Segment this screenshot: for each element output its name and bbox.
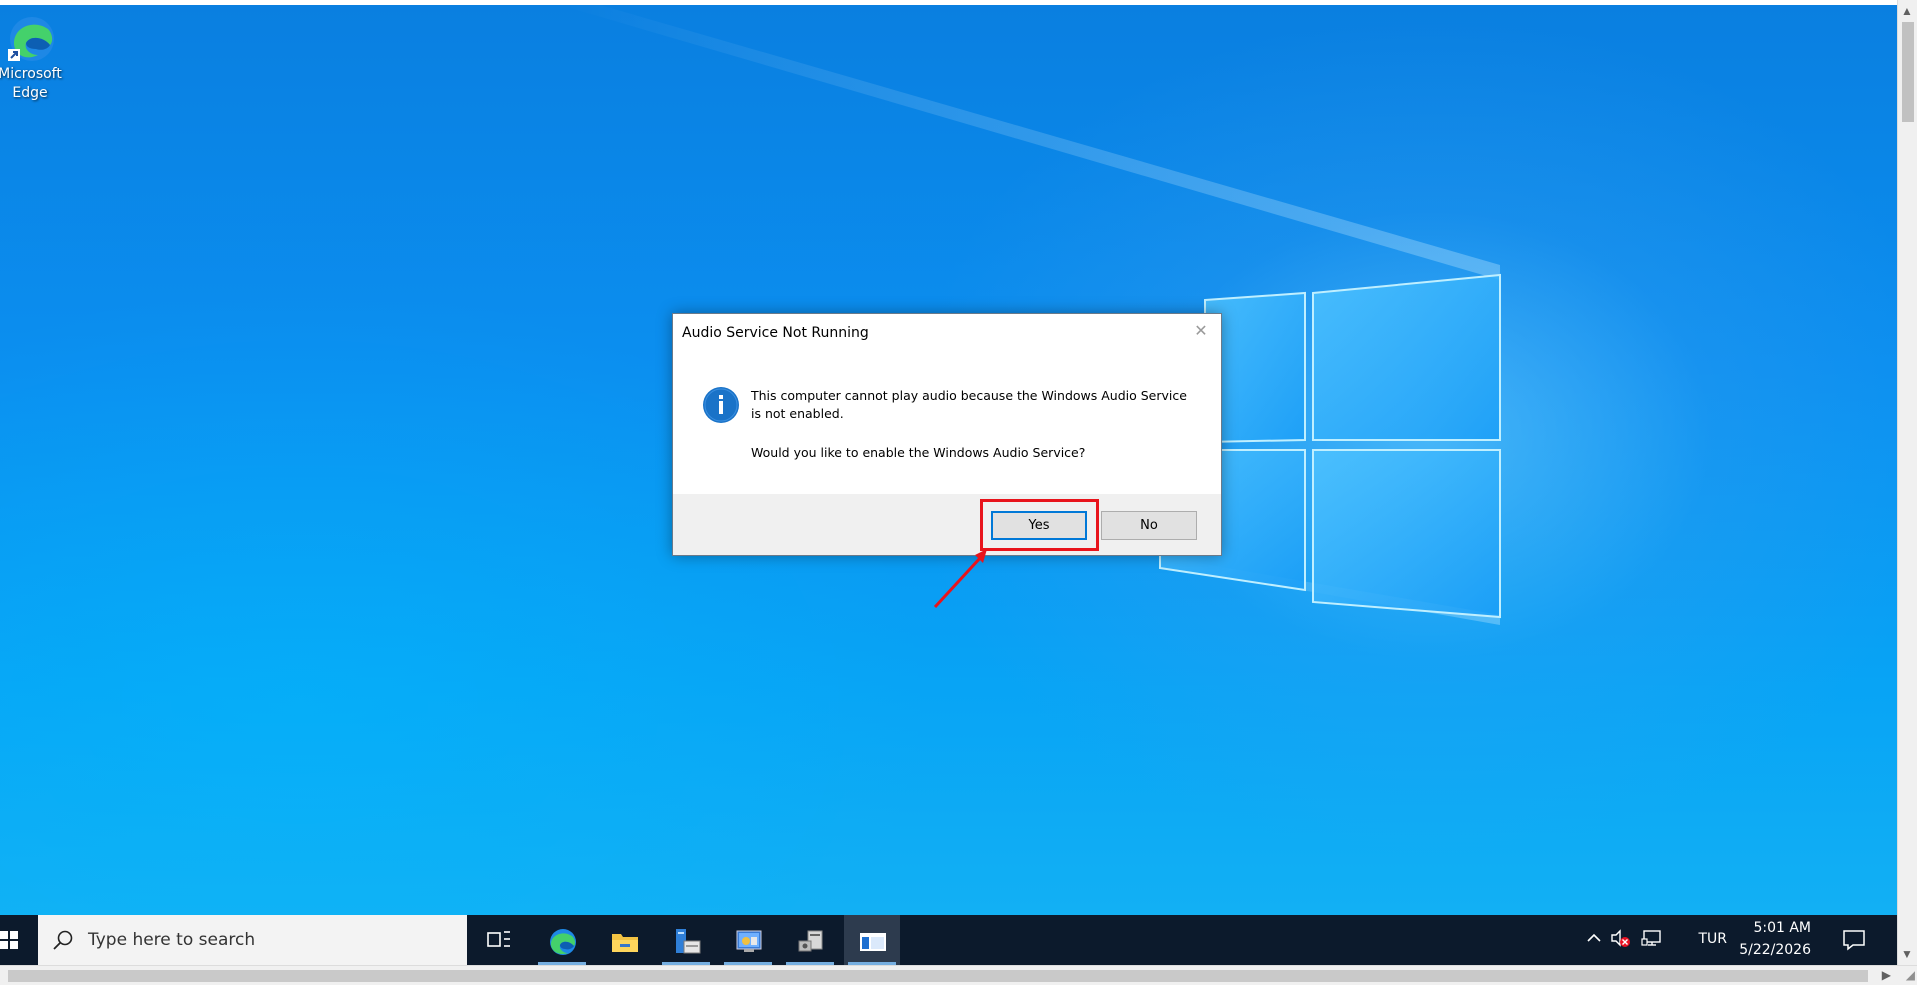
info-icon [702,386,740,424]
system-tray: TUR 5:01 AM 5/22/2026 [1567,915,1897,965]
taskbar-tool-app-button[interactable] [782,915,838,965]
network-icon [736,930,762,952]
start-button[interactable] [0,915,32,965]
audio-service-dialog: Audio Service Not Running ✕ This compute… [672,313,1222,556]
resize-grip-icon: ◢ [1905,968,1915,982]
annotation-highlight-box [980,499,1099,551]
window-icon [860,933,886,951]
desktop-icon-edge[interactable]: Microsoft Edge [0,13,68,103]
edge-icon [550,929,576,955]
dialog-title: Audio Service Not Running [682,325,869,341]
horizontal-scrollbar[interactable]: ▶ ◢ [0,965,1917,985]
notification-icon[interactable] [1841,927,1867,953]
vertical-scrollbar[interactable]: ▲ ▼ [1897,0,1917,965]
windows-start-icon [0,931,18,949]
desktop-icon-label: Microsoft Edge [0,66,62,101]
taskbar-search-box[interactable]: Type here to search [38,915,467,965]
taskbar-server-manager-button[interactable] [658,915,714,965]
scroll-right-icon[interactable]: ▶ [1882,968,1891,982]
annotation-arrow [933,549,987,609]
close-icon[interactable]: ✕ [1191,322,1211,342]
vertical-scroll-thumb[interactable] [1902,22,1914,122]
folder-icon [612,934,638,952]
taskbar-file-explorer-button[interactable] [596,915,652,965]
task-view-button[interactable] [472,915,528,965]
horizontal-scroll-thumb[interactable] [8,970,1868,982]
clock-time[interactable]: 5:01 AM [1753,920,1811,936]
dialog-message: This computer cannot play audio because … [751,388,1187,421]
clock-date[interactable]: 5/22/2026 [1739,942,1811,958]
input-language-indicator[interactable]: TUR [1698,931,1727,947]
search-placeholder: Type here to search [88,930,256,950]
taskbar-active-window-button[interactable] [844,915,900,965]
speaker-muted-icon[interactable] [1609,927,1631,954]
edge-icon [4,13,56,65]
search-icon [53,930,73,950]
chevron-up-icon[interactable] [1585,929,1603,952]
task-view-icon [487,931,510,947]
dialog-question: Would you like to enable the Windows Aud… [751,445,1086,460]
taskbar-network-app-button[interactable] [720,915,776,965]
tools-icon [798,930,823,952]
network-icon[interactable] [1641,927,1663,954]
scroll-up-icon[interactable]: ▲ [1901,4,1913,18]
taskbar-edge-button[interactable] [534,915,590,965]
scroll-down-icon[interactable]: ▼ [1901,947,1913,961]
server-manager-icon [676,929,701,954]
taskbar: Type here to search TUR 5:01 AM 5/22/202… [0,915,1897,965]
screen: Microsoft Edge Audio Service Not Running… [0,0,1917,985]
no-button[interactable]: No [1101,511,1197,540]
